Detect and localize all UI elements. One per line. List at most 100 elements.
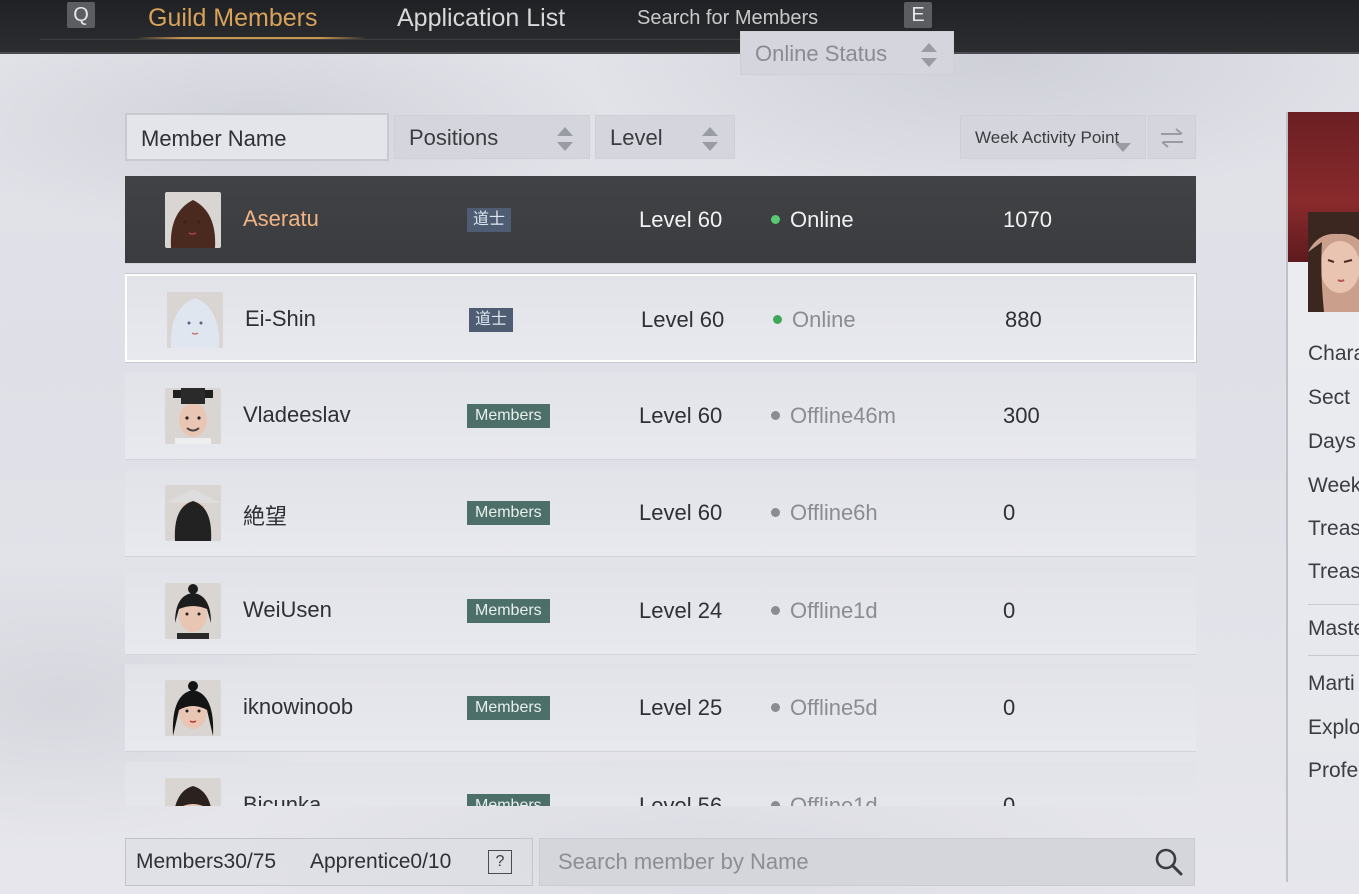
member-row[interactable]: 絶望 Members Level 60 Offline6h 0 [125, 469, 1196, 557]
status-text: Online [792, 307, 856, 332]
detail-label: Maste [1308, 617, 1359, 640]
online-status: Offline1d [771, 793, 878, 806]
member-row[interactable]: WeiUsen Members Level 24 Offline1d 0 [125, 567, 1196, 655]
member-level: Level 24 [639, 598, 723, 623]
week-activity-points: 0 [1003, 598, 1016, 623]
detail-label: Week [1308, 474, 1359, 497]
online-status: Offline46m [771, 403, 896, 429]
sort-online-status[interactable]: Online Status [740, 31, 954, 75]
swap-icon [1161, 128, 1183, 148]
sort-level[interactable]: Level [595, 115, 735, 159]
help-button[interactable]: ? [488, 850, 512, 874]
q-key-hint[interactable]: Q [67, 2, 95, 28]
position-badge: Members [467, 501, 550, 525]
position-badge: Members [467, 404, 550, 428]
status-dot-icon [771, 411, 780, 420]
online-status-header-label: Online Status [755, 41, 888, 66]
member-row[interactable]: iknowinoob Members Level 25 Offline5d 0 [125, 664, 1196, 752]
sort-arrows-icon [557, 127, 573, 151]
week-activity-points: 0 [1003, 793, 1016, 806]
member-level: Level 60 [641, 307, 725, 332]
week-activity-points: 0 [1003, 500, 1016, 525]
member-name-header-label: Member Name [141, 126, 287, 151]
member-avatar [165, 485, 221, 541]
detail-divider [1308, 655, 1359, 656]
detail-label: Treas [1308, 560, 1359, 583]
online-status: Offline5d [771, 695, 878, 721]
member-level: Level 56 [639, 793, 723, 806]
online-status: Online [771, 207, 854, 233]
member-level: Level 60 [639, 500, 723, 525]
sort-arrows-icon [921, 43, 937, 67]
sort-arrows-icon [702, 127, 718, 151]
status-text: Online [790, 207, 854, 232]
status-text: Offline5d [790, 695, 878, 720]
member-avatar [165, 583, 221, 639]
detail-label: Sect [1308, 386, 1351, 409]
week-activity-points: 0 [1003, 695, 1016, 720]
member-name: iknowinoob [243, 694, 354, 719]
member-row[interactable]: Bicunka Members Level 56 Offline1d 0 [125, 762, 1196, 806]
sort-positions[interactable]: Positions [394, 115, 590, 159]
member-name: Bicunka [243, 792, 322, 806]
member-name: WeiUsen [243, 597, 332, 622]
detail-label: Chara [1308, 342, 1359, 365]
online-status: Offline6h [771, 500, 878, 526]
member-search-box[interactable] [539, 838, 1195, 886]
member-list[interactable]: Aseratu 道士 Level 60 Online 1070 Ei-Shin 道士 Leve… [125, 176, 1197, 806]
status-text: Offline1d [790, 793, 878, 806]
member-level: Level 25 [639, 695, 723, 720]
positions-header-label: Positions [409, 125, 499, 150]
week-activity-points: 880 [1005, 307, 1042, 332]
member-avatar [167, 292, 223, 348]
status-dot-icon [771, 215, 780, 224]
status-text: Offline46m [790, 403, 896, 428]
position-badge: Members [467, 794, 550, 806]
detail-label: Profe [1308, 759, 1359, 782]
status-dot-icon [771, 508, 780, 517]
member-level: Level 60 [639, 403, 723, 428]
member-row[interactable]: Vladeeslav Members Level 60 Offline46m 300 [125, 372, 1196, 460]
online-status: Online [773, 307, 856, 333]
member-avatar [165, 388, 221, 444]
e-key-hint[interactable]: E [904, 2, 932, 28]
tab-guild-members[interactable]: Guild Members [148, 0, 318, 38]
search-icon[interactable] [1154, 847, 1184, 877]
week-activity-points: 1070 [1003, 207, 1052, 232]
tab-application-list[interactable]: Application List [397, 0, 565, 38]
member-row[interactable]: Aseratu 道士 Level 60 Online 1070 [125, 176, 1196, 264]
status-dot-icon [771, 703, 780, 712]
sort-member-name[interactable]: Member Name [125, 113, 389, 161]
detail-label: Treas [1308, 517, 1359, 540]
week-activity-header-label: Week Activity Point [975, 128, 1120, 147]
member-counts: Members30/75 Apprentice0/10 ? [125, 838, 533, 886]
search-input[interactable] [540, 839, 1140, 885]
status-text: Offline6h [790, 500, 878, 525]
position-badge: 道士 [469, 308, 514, 332]
apprentice-count: Apprentice0/10 [310, 850, 452, 873]
member-avatar [165, 192, 221, 248]
detail-label: Days [1308, 430, 1356, 453]
detail-avatar [1308, 212, 1359, 312]
status-dot-icon [773, 315, 782, 324]
member-name: 絶望 [243, 504, 288, 529]
member-level: Level 60 [639, 207, 723, 232]
status-dot-icon [771, 801, 780, 806]
member-row[interactable]: Ei-Shin 道士 Level 60 Online 880 [125, 274, 1196, 362]
member-detail-panel: Chara Sect Days Week Treas Treas Maste Marti Exp… [1286, 112, 1359, 882]
position-badge: Members [467, 696, 550, 720]
online-status: Offline1d [771, 598, 878, 624]
detail-divider [1308, 604, 1359, 605]
status-dot-icon [771, 606, 780, 615]
sort-week-activity[interactable]: Week Activity Point [960, 115, 1146, 159]
detail-label: Explo [1308, 716, 1359, 739]
member-name: Ei-Shin [245, 306, 316, 331]
members-count: Members30/75 [136, 850, 277, 873]
member-name: Vladeeslav [243, 402, 351, 427]
level-header-label: Level [610, 125, 663, 150]
toggle-columns-button[interactable] [1148, 115, 1196, 159]
detail-label: Marti [1308, 672, 1355, 695]
member-avatar [165, 778, 221, 806]
week-activity-points: 300 [1003, 403, 1040, 428]
top-nav-bar: Q Guild Members Application List Search … [0, 0, 1359, 54]
